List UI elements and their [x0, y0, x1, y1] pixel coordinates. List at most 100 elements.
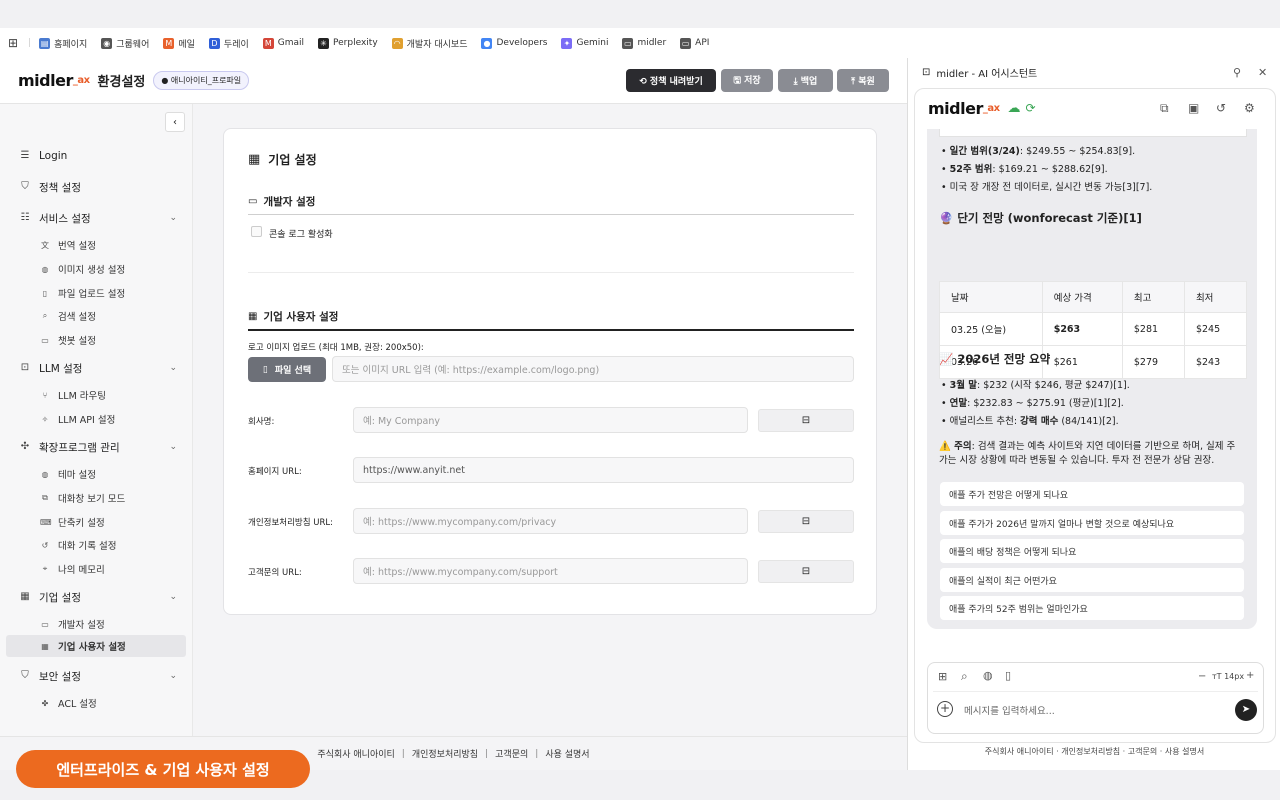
sidebar-item-enterprise[interactable]: ▦ 기업 설정 ⌄: [0, 588, 193, 606]
palette-icon[interactable]: ◍: [983, 669, 993, 682]
scrollbar[interactable]: [1275, 527, 1276, 677]
suggestion-chip[interactable]: 애플 주가 전망은 어떻게 되나요: [940, 482, 1244, 506]
dooray-icon: D: [208, 37, 220, 49]
sidebar-collapse-button[interactable]: ‹: [165, 112, 185, 132]
bookmark-10[interactable]: ▭ API: [680, 37, 709, 49]
table-header-row: 날짜 예상 가격 최고 최저: [939, 281, 1248, 313]
footer-link-company[interactable]: 주식회사 애니아이티: [985, 747, 1054, 756]
privacy-url-input[interactable]: 예: https://www.mycompany.com/privacy: [353, 508, 748, 534]
sidebar-item-security[interactable]: ⛉ 보안 설정 ⌄: [0, 667, 193, 685]
sidebar-item-developer[interactable]: ▭ 개발자 설정: [0, 615, 193, 633]
gallery-icon[interactable]: ▣: [1188, 101, 1199, 115]
divider: [933, 691, 1258, 692]
support-preview-button[interactable]: ⊟: [758, 560, 854, 583]
bookmark-2[interactable]: M 메일: [163, 37, 195, 50]
policy-download-button[interactable]: ⟲ 정책 내려받기: [626, 69, 716, 92]
table-cell: $279: [1121, 345, 1185, 379]
suggestion-chip[interactable]: 애플의 배당 정책은 어떻게 되나요: [940, 539, 1244, 563]
plus-circle-icon[interactable]: +: [937, 701, 953, 717]
suggestion-chip[interactable]: 애플 주가가 2026년 말까지 얼마나 변할 것으로 예상되나요: [940, 511, 1244, 535]
history-icon[interactable]: ↺: [1216, 101, 1226, 115]
chrome-icon: ●: [481, 37, 493, 49]
send-button[interactable]: ➤: [1235, 699, 1257, 721]
support-url-input[interactable]: 예: https://www.mycompany.com/support: [353, 558, 748, 584]
sliders-icon: ☷: [20, 212, 30, 223]
bookmark-6[interactable]: ◠ 개발자 대시보드: [391, 37, 467, 50]
sidebar-item-llm-api[interactable]: ✧ LLM API 설정: [0, 410, 193, 428]
sidebar-item-acl[interactable]: ✤ ACL 설정: [0, 694, 193, 712]
developer-section-title: ▭ 개발자 설정: [248, 196, 316, 208]
logo-url-input[interactable]: 또는 이미지 URL 입력 (예: https://example.com/lo…: [332, 356, 854, 382]
footer-link-privacy[interactable]: 개인정보처리방침: [412, 747, 478, 760]
apps-grid-icon[interactable]: ⊞: [8, 36, 18, 50]
sidebar-item-image-gen[interactable]: ◍ 이미지 생성 설정: [0, 260, 193, 278]
sidebar-item-memory[interactable]: ⌖ 나의 메모리: [0, 560, 193, 578]
homepage-url-input[interactable]: https://www.anyit.net: [353, 457, 854, 483]
sidebar-item-service[interactable]: ☷ 서비스 설정 ⌄: [0, 209, 193, 227]
console-log-checkbox[interactable]: [251, 226, 262, 237]
message-input[interactable]: 메시지를 입력하세요...: [964, 703, 1055, 717]
new-chat-icon[interactable]: ⊞: [938, 670, 947, 683]
footer-link-support[interactable]: 고객문의: [495, 747, 528, 760]
bookmark-0[interactable]: ▤ 홈페이지: [39, 37, 87, 50]
sidebar-item-extensions[interactable]: ✣ 확장프로그램 관리 ⌄: [0, 438, 193, 456]
sidebar-item-shortcuts[interactable]: ⌨ 단축키 설정: [0, 513, 193, 531]
bullet-item: • 미국 장 개장 전 데이터로, 실시간 변동 가능[3][7].: [941, 182, 1153, 193]
column-header: 날짜: [939, 281, 1043, 313]
bookmark-label: 홈페이지: [54, 39, 88, 50]
sidebar-item-file-upload[interactable]: ▯ 파일 업로드 설정: [0, 284, 193, 302]
footer-link-company[interactable]: 주식회사 애니아이티: [317, 747, 394, 760]
sidebar-item-history[interactable]: ↺ 대화 기록 설정: [0, 536, 193, 554]
close-icon[interactable]: ✕: [1258, 66, 1267, 79]
bookmark-8[interactable]: ✦ Gemini: [561, 37, 608, 49]
search-icon[interactable]: ⌕: [961, 669, 968, 684]
footer-link-manual[interactable]: 사용 설명서: [545, 747, 589, 760]
sidebar-item-label: 테마 설정: [58, 470, 96, 481]
suggestion-chip[interactable]: 애플의 실적이 최근 어떤가요: [940, 568, 1244, 592]
sidebar-item-policy[interactable]: ⛉ 정책 설정: [0, 178, 193, 196]
footer-link-manual[interactable]: 사용 설명서: [1165, 747, 1204, 756]
gear-icon[interactable]: ⚙: [1244, 101, 1255, 115]
bookmark-4[interactable]: M Gmail: [262, 37, 304, 49]
suggestion-chip[interactable]: 애플 주가의 52주 범위는 얼마인가요: [940, 596, 1244, 620]
bookmark-7[interactable]: ● Developers: [481, 37, 547, 49]
unpin-icon[interactable]: ⚲: [1233, 66, 1241, 79]
keyboard-icon: ⌨: [40, 517, 52, 527]
sidebar-item-view-mode[interactable]: ⧉ 대화창 보기 모드: [0, 489, 193, 507]
external-link-icon[interactable]: ⧉: [1160, 101, 1169, 116]
external-link-icon: ⧉: [42, 493, 48, 502]
sync-icon[interactable]: ⟳: [1026, 101, 1036, 115]
font-increase-button[interactable]: +: [1246, 670, 1254, 681]
sidebar-item-llm[interactable]: ⊡ LLM 설정 ⌄: [0, 359, 193, 377]
sidebar-item-chatbot[interactable]: ▭ 챗봇 설정: [0, 331, 193, 349]
logo-preview-button[interactable]: ⊟: [758, 409, 854, 432]
privacy-preview-button[interactable]: ⊟: [758, 510, 854, 533]
restore-button[interactable]: ⤒ 복원: [837, 69, 889, 92]
sidebar-item-theme[interactable]: ◍ 테마 설정: [0, 465, 193, 483]
sidebar-item-search[interactable]: ⌕ 검색 설정: [0, 307, 193, 325]
footer-link-privacy[interactable]: 개인정보처리방침: [1061, 747, 1120, 756]
profile-badge: ● 애니아이티_프로파일: [153, 71, 250, 90]
company-name-input[interactable]: 예: My Company: [353, 407, 748, 433]
bookmark-1[interactable]: ◉ 그룹웨어: [101, 37, 149, 50]
backup-button[interactable]: ⤓ 백업: [778, 69, 833, 92]
sidebar-item-enterprise-user[interactable]: ▦ 기업 사용자 설정: [6, 635, 186, 657]
puzzle-icon: ✣: [20, 441, 30, 452]
font-decrease-button[interactable]: −: [1198, 671, 1206, 682]
file-select-button[interactable]: ▯ 파일 선택: [248, 357, 326, 382]
table-cell: $261: [1041, 345, 1123, 379]
footer-link-support[interactable]: 고객문의: [1128, 747, 1157, 756]
save-button[interactable]: 🖫 저장: [721, 69, 773, 92]
sidebar-item-label: 검색 설정: [58, 312, 96, 323]
gemini-icon: ✦: [561, 37, 573, 49]
enterprise-user-section-title: ▦ 기업 사용자 설정: [248, 311, 339, 323]
book-icon[interactable]: ▯: [1005, 669, 1011, 682]
sidebar-item-login[interactable]: ☰ Login: [0, 147, 193, 165]
bookmark-3[interactable]: D 두레이: [208, 37, 249, 50]
chevron-left-icon: ‹: [173, 116, 177, 128]
sidebar-item-llm-routing[interactable]: ⑂ LLM 라우팅: [0, 386, 193, 404]
bookmark-5[interactable]: ✳ Perplexity: [318, 37, 378, 49]
sidebar-item-translate[interactable]: 文 번역 설정: [0, 236, 193, 254]
bookmark-9[interactable]: ▭ midler: [622, 37, 666, 49]
file-icon: ▯: [262, 364, 268, 375]
